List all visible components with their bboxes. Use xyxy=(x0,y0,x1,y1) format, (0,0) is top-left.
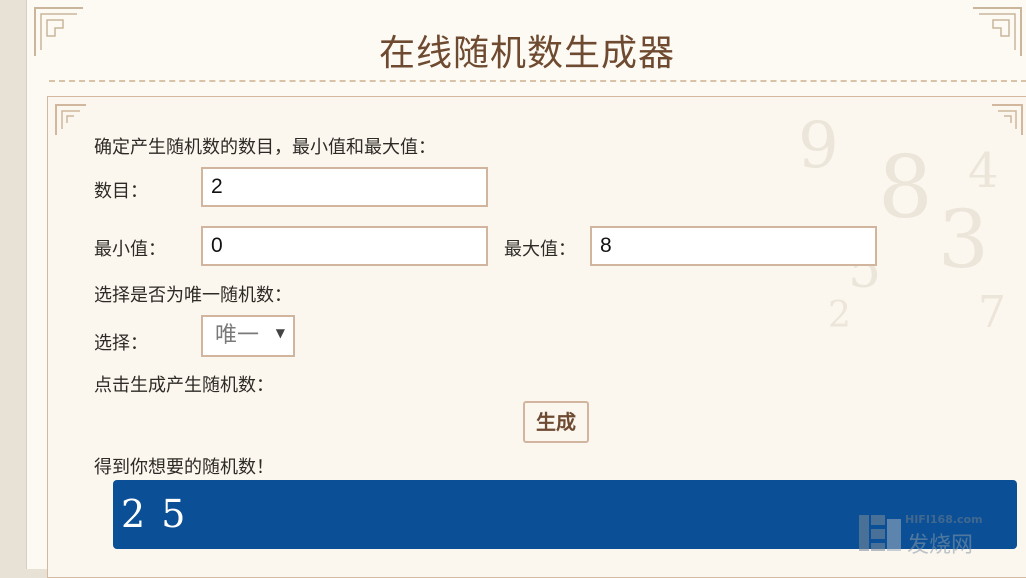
corner-ornament-icon xyxy=(55,104,86,135)
generate-prompt: 点击生成产生随机数： xyxy=(94,375,274,396)
title-divider xyxy=(49,80,1026,82)
generate-button[interactable]: 生成 xyxy=(523,401,589,443)
watermark-name: 发烧网 xyxy=(907,533,974,558)
generator-panel: 9 8 3 5 4 7 2 确定产生随机数的数目，最小值和最大值： 数目： 2 … xyxy=(47,96,1026,578)
max-input[interactable]: 8 xyxy=(590,226,877,266)
result-label: 得到你想要的随机数！ xyxy=(94,457,274,478)
unique-prompt: 选择是否为唯一随机数： xyxy=(94,285,292,306)
svg-text:2: 2 xyxy=(828,295,851,336)
svg-text:8: 8 xyxy=(878,138,933,238)
min-label: 最小值： xyxy=(94,239,166,260)
watermark-logo-icon xyxy=(859,515,901,551)
decorative-numbers-background: 9 8 3 5 4 7 2 xyxy=(798,109,1006,337)
count-input[interactable]: 2 xyxy=(201,167,488,207)
svg-text:9: 9 xyxy=(798,109,839,183)
watermark-url: HIFI168.com xyxy=(905,513,983,526)
watermark: HIFI168.com 发烧网 xyxy=(857,509,1007,558)
intro-text: 确定产生随机数的数目，最小值和最大值： xyxy=(94,137,436,158)
select-label: 选择： xyxy=(94,333,148,354)
min-input[interactable]: 0 xyxy=(201,226,488,266)
select-value: 唯一 xyxy=(215,323,260,348)
svg-text:4: 4 xyxy=(968,143,999,199)
select-arrow-icon: ▼ xyxy=(275,326,285,340)
page-sheet: 在线随机数生成器 9 8 3 5 4 7 2 确定产生随机数的数目，最小值和最大… xyxy=(26,0,1026,578)
svg-text:3: 3 xyxy=(938,193,989,286)
count-label: 数目： xyxy=(94,181,148,202)
page-title: 在线随机数生成器 xyxy=(378,33,675,74)
max-label: 最大值： xyxy=(504,239,576,260)
svg-text:7: 7 xyxy=(978,287,1006,337)
unique-select[interactable]: 唯一 ▼ xyxy=(201,315,295,357)
